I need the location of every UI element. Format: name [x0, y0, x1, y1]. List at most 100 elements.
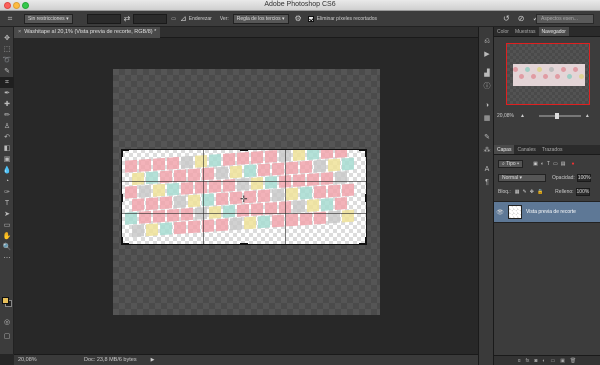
filter-type-icon[interactable]: T [547, 161, 550, 167]
right-panel-dock: Color Muestras Navegador 20,08% ▲ ▲ Capa… [494, 27, 600, 365]
crop-tool-preset-icon[interactable]: ⌗ [0, 14, 20, 24]
new-layer-icon[interactable]: ▣ [560, 356, 565, 365]
layer-row-crop-preview[interactable]: 👁 Vista previa de recorte [494, 201, 600, 223]
quick-select-tool-icon[interactable]: ✎ [0, 66, 14, 77]
navigator-zoom-slider[interactable] [538, 113, 581, 119]
navigator-preview[interactable] [506, 43, 590, 105]
lock-transparency-icon[interactable]: ▦ [515, 189, 520, 195]
healing-brush-tool-icon[interactable]: ✚ [0, 99, 14, 110]
photoshop-app: Adobe Photoshop CS6 ⌗ Sin restricciones … [0, 0, 600, 365]
fill-field[interactable]: 100% [575, 187, 590, 196]
styles-panel-icon[interactable]: ▦ [479, 112, 495, 125]
brush-panel-icon[interactable]: ✎ [479, 131, 495, 144]
layer-visibility-eye-icon[interactable]: 👁 [494, 209, 506, 216]
screen-mode-icon[interactable]: ▢ [0, 331, 14, 342]
crop-handle-bottom[interactable] [240, 243, 248, 245]
tab-swatches[interactable]: Muestras [512, 27, 539, 36]
crop-handle-bottom-right-v[interactable] [365, 237, 367, 245]
navigator-zoom-knob[interactable] [554, 113, 559, 119]
more-tools-icon[interactable]: ⋯ [0, 253, 14, 264]
zoom-in-icon[interactable]: ▲ [585, 113, 590, 119]
foreground-color-swatch[interactable] [2, 297, 9, 304]
lasso-tool-icon[interactable]: ➰ [0, 55, 14, 66]
layer-style-icon[interactable]: fx [526, 356, 530, 365]
crop-handle-top[interactable] [240, 149, 248, 151]
crop-handle-top-right-v[interactable] [365, 149, 367, 157]
filter-pixel-icon[interactable]: ▣ [533, 161, 538, 167]
document-tab[interactable]: × Washitape al 20,1% (Vista previa de rec… [14, 27, 161, 38]
options-bar: ⌗ Sin restricciones ▾ ⇄ ▭ ⊿ Enderezar Ve… [0, 11, 600, 27]
blur-tool-icon[interactable]: 💧 [0, 165, 14, 176]
eraser-tool-icon[interactable]: ◧ [0, 143, 14, 154]
history-brush-tool-icon[interactable]: ↶ [0, 132, 14, 143]
gradient-tool-icon[interactable]: ▣ [0, 154, 14, 165]
brush-tool-icon[interactable]: ✏ [0, 110, 14, 121]
filter-shape-icon[interactable]: ▭ [553, 161, 558, 167]
layer-name[interactable]: Vista previa de recorte [526, 209, 576, 215]
crop-handle-top-left-v[interactable] [121, 149, 123, 157]
zoom-out-icon[interactable]: ▲ [520, 113, 525, 119]
width-field[interactable] [86, 13, 121, 24]
histogram-panel-icon[interactable]: ▟ [479, 67, 495, 80]
ratio-dropdown[interactable]: Sin restricciones ▾ [24, 13, 73, 24]
zoom-level[interactable]: 20,08% [14, 357, 38, 363]
crop-tool-icon[interactable]: ⌗ [0, 77, 14, 88]
filter-toggle-icon[interactable]: ● [571, 161, 574, 167]
info-panel-icon[interactable]: ⓘ [479, 80, 495, 93]
lock-position-icon[interactable]: ✥ [530, 189, 534, 195]
eyedropper-tool-icon[interactable]: ✒ [0, 88, 14, 99]
marquee-tool-icon[interactable]: ⬚ [0, 44, 14, 55]
actions-panel-icon[interactable]: ▶ [479, 48, 495, 61]
kind-filter-dropdown[interactable]: ⌕ Tipo ▾ [498, 159, 524, 168]
new-group-icon[interactable]: ▭ [550, 356, 555, 365]
workspace-dropdown[interactable]: Aspectos esen... [536, 14, 594, 24]
add-mask-icon[interactable]: ◙ [534, 356, 537, 365]
lock-all-icon[interactable]: 🔒 [537, 189, 543, 195]
adjustment-layer-icon[interactable]: ◐ [542, 356, 545, 365]
pen-tool-icon[interactable]: ✑ [0, 187, 14, 198]
view-dropdown[interactable]: Regla de los tercios ▾ [232, 13, 289, 24]
delete-layer-icon[interactable]: 🗑 [570, 356, 576, 365]
move-tool-icon[interactable]: ✥ [0, 33, 14, 44]
path-select-tool-icon[interactable]: ➤ [0, 209, 14, 220]
clear-dimensions-icon[interactable]: ▭ [171, 16, 176, 22]
hand-tool-icon[interactable]: ✋ [0, 231, 14, 242]
brush-presets-panel-icon[interactable]: ⁂ [479, 144, 495, 157]
crop-handle-bottom-left-v[interactable] [121, 237, 123, 245]
type-tool-icon[interactable]: T [0, 198, 14, 209]
close-document-icon[interactable]: × [18, 29, 21, 35]
delete-pixels-checkbox[interactable] [307, 15, 314, 22]
navigator-heart-dot [555, 74, 560, 79]
cancel-icon[interactable]: ⊘ [518, 14, 525, 23]
navigator-zoom-value[interactable]: 20,08% [497, 113, 514, 119]
tab-color[interactable]: Color [494, 27, 512, 36]
lock-pixels-icon[interactable]: ✎ [523, 189, 527, 195]
straighten-icon[interactable]: ⊿ [180, 14, 187, 23]
crop-handle-right[interactable] [365, 194, 367, 202]
tab-paths[interactable]: Trazados [539, 145, 566, 154]
quick-mask-icon[interactable]: ◎ [0, 317, 14, 328]
crop-handle-left[interactable] [121, 194, 123, 202]
adjustments-panel-icon[interactable]: ◑ [479, 99, 495, 112]
gear-icon[interactable]: ⚙ [295, 14, 302, 23]
opacity-field[interactable]: 100% [576, 173, 591, 182]
stamp-tool-icon[interactable]: ♙ [0, 121, 14, 132]
filter-smart-icon[interactable]: ▤ [561, 161, 566, 167]
tab-channels[interactable]: Canales [514, 145, 538, 154]
canvas-pasteboard[interactable]: ✛ [14, 38, 488, 354]
paragraph-panel-icon[interactable]: ¶ [479, 176, 495, 189]
link-layers-icon[interactable]: ɑ [518, 356, 521, 365]
height-field[interactable] [133, 13, 168, 24]
shape-tool-icon[interactable]: ▭ [0, 220, 14, 231]
character-panel-icon[interactable]: A [479, 163, 495, 176]
tab-navigator[interactable]: Navegador [538, 27, 569, 36]
zoom-tool-icon[interactable]: 🔍 [0, 242, 14, 253]
dodge-tool-icon[interactable]: ◔ [0, 176, 14, 187]
blend-mode-dropdown[interactable]: Normal ▾ [498, 173, 546, 182]
reset-icon[interactable]: ↺ [503, 14, 510, 23]
tab-layers[interactable]: Capas [494, 145, 515, 154]
history-panel-icon[interactable]: ⎌ [479, 35, 495, 48]
status-menu-arrow-icon[interactable]: ▶ [151, 357, 155, 363]
filter-adjust-icon[interactable]: ◐ [541, 161, 544, 167]
swap-dimensions-icon[interactable]: ⇄ [124, 14, 131, 23]
